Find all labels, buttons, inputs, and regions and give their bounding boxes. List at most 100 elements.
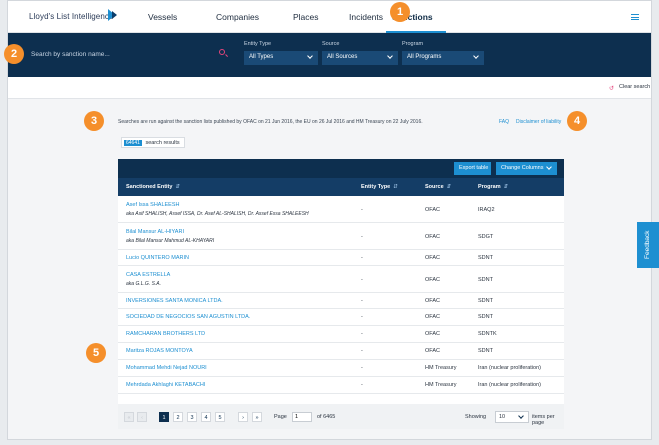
table-row: SOCIEDAD DE NEGOCIOS SAN AGUSTIN LTDA. -… — [118, 309, 564, 326]
column-header-program-label: Program — [478, 184, 501, 190]
entity-type-select[interactable]: All Types — [244, 51, 318, 65]
entity-type-cell: - — [361, 255, 363, 261]
entity-type-cell: - — [361, 382, 363, 388]
entity-aka: aka Asif SHALISH, Assef ISSA, Dr. Asef A… — [126, 211, 309, 217]
program-cell: SDNT — [478, 314, 493, 320]
source-select[interactable]: All Sources — [322, 51, 398, 65]
change-columns-label: Change Columns — [501, 165, 544, 171]
logo-icon-inner — [112, 11, 117, 19]
prev-page-button[interactable]: ‹ — [137, 412, 147, 422]
logo-text[interactable]: Lloyd's List Intelligence — [29, 12, 114, 21]
entity-aka: aka G.L.G. S.A. — [126, 281, 162, 287]
undo-icon[interactable]: ↺ — [609, 85, 614, 92]
table-toolbar: Export table Change Columns — [118, 159, 564, 178]
entity-name-link[interactable]: INVERSIONES SANTA MONICA LTDA. — [126, 298, 223, 304]
source-cell: HM Treasury — [425, 365, 457, 371]
column-header-program[interactable]: Program ⇵ — [478, 184, 508, 190]
program-label: Program — [402, 41, 424, 47]
feedback-tab[interactable]: Feedback — [637, 222, 659, 268]
sort-icon: ⇵ — [393, 184, 398, 190]
entity-name-link[interactable]: SOCIEDAD DE NEGOCIOS SAN AGUSTIN LTDA. — [126, 314, 250, 320]
program-cell: SDNT — [478, 348, 493, 354]
callout-marker-1: 1 — [390, 2, 410, 22]
program-cell: SDNT — [478, 298, 493, 304]
source-cell: HM Treasury — [425, 382, 457, 388]
toolbar-row — [8, 77, 651, 99]
top-nav: Lloyd's List Intelligence Vessels Compan… — [8, 1, 651, 33]
program-cell: Iran (nuclear proliferation) — [478, 382, 541, 388]
page-3-button[interactable]: 3 — [187, 412, 197, 422]
nav-incidents[interactable]: Incidents — [349, 12, 383, 22]
entity-name-link[interactable]: Lucio QUINTERO MARIN — [126, 255, 189, 261]
search-icon[interactable] — [219, 49, 225, 55]
entity-name-link[interactable]: Mohammad Mehdi Nejad NOURI — [126, 365, 207, 371]
items-per-page-value: 10 — [499, 414, 506, 420]
clear-search-link[interactable]: Clear search — [619, 84, 650, 90]
change-columns-button[interactable]: Change Columns — [496, 162, 557, 175]
entity-name-link[interactable]: Bilal Mansur AL-HIYARI — [126, 229, 184, 235]
page-2-button[interactable]: 2 — [173, 412, 183, 422]
table-row: Lucio QUINTERO MARIN - OFAC SDNT — [118, 250, 564, 266]
sort-icon: ⇵ — [503, 184, 509, 190]
table-row: INVERSIONES SANTA MONICA LTDA. - OFAC SD… — [118, 293, 564, 309]
entity-type-cell: - — [361, 314, 363, 320]
source-cell: OFAC — [425, 255, 440, 261]
page-4-button[interactable]: 4 — [201, 412, 211, 422]
chevron-down-icon — [546, 164, 552, 170]
table-header: Sanctioned Entity ⇵ Entity Type ⇵ Source ⇵ … — [118, 178, 564, 196]
last-page-button[interactable]: » — [252, 412, 262, 422]
results-count-badge: 64641 — [124, 140, 142, 146]
results-label: search results — [145, 140, 180, 146]
table-row: CASA ESTRELLA aka G.L.G. S.A. - OFAC SDN… — [118, 266, 564, 293]
entity-type-value: All Types — [249, 54, 274, 60]
nav-companies[interactable]: Companies — [216, 12, 259, 22]
column-header-entity[interactable]: Sanctioned Entity ⇵ — [126, 184, 180, 190]
next-page-button[interactable]: › — [238, 412, 248, 422]
chevron-down-icon — [387, 53, 393, 59]
search-input[interactable] — [31, 45, 231, 63]
nav-places[interactable]: Places — [293, 12, 319, 22]
entity-name-link[interactable]: Asef Issa SHALEESH — [126, 202, 180, 208]
column-header-source[interactable]: Source ⇵ — [425, 184, 451, 190]
source-cell: OFAC — [425, 298, 440, 304]
entity-name-link[interactable]: Maritza ROJAS MONTOYA — [126, 348, 193, 354]
program-value: All Programs — [407, 54, 442, 60]
faq-link[interactable]: FAQ — [499, 119, 509, 125]
table-row: Asef Issa SHALEESH aka Asif SHALISH, Ass… — [118, 196, 564, 223]
program-select[interactable]: All Programs — [402, 51, 484, 65]
page-label: Page — [274, 414, 287, 420]
first-page-button[interactable]: « — [124, 412, 134, 422]
chevron-down-icon — [518, 413, 524, 419]
entity-name-link[interactable]: CASA ESTRELLA — [126, 272, 170, 278]
sort-icon: ⇵ — [175, 184, 181, 190]
items-per-page-select[interactable]: 10 — [495, 411, 529, 423]
column-header-entity-label: Sanctioned Entity — [126, 184, 173, 190]
sanction-lists-info: Searches are run against the sanction li… — [118, 119, 423, 125]
callout-marker-3: 3 — [84, 111, 104, 131]
page-number-input[interactable] — [292, 412, 312, 422]
page-5-button[interactable]: 5 — [215, 412, 225, 422]
source-cell: OFAC — [425, 314, 440, 320]
table-row: Mohammad Mehdi Nejad NOURI - HM Treasury… — [118, 360, 564, 377]
pagination: « ‹ 1 2 3 4 5 › » Page of 6465 Showing 1… — [118, 404, 564, 429]
page-total: of 6465 — [317, 414, 336, 420]
chevron-down-icon — [473, 53, 479, 59]
program-cell: SDNTK — [478, 331, 497, 337]
export-table-button[interactable]: Export table — [454, 162, 491, 175]
chevron-down-icon — [307, 53, 313, 59]
entity-type-cell: - — [361, 331, 363, 337]
source-cell: OFAC — [425, 234, 440, 240]
callout-marker-2: 2 — [4, 44, 24, 64]
results-table-panel: Export table Change Columns Sanctioned E… — [118, 159, 564, 429]
disclaimer-link[interactable]: Disclaimer of liability — [516, 119, 561, 125]
items-per-page-label: items per page — [532, 414, 555, 426]
nav-vessels[interactable]: Vessels — [148, 12, 177, 22]
page-1-button[interactable]: 1 — [159, 412, 169, 422]
column-header-type[interactable]: Entity Type ⇵ — [361, 184, 398, 190]
callout-marker-4: 4 — [567, 111, 587, 131]
entity-name-link[interactable]: RAMCHARAN BROTHERS LTD — [126, 331, 205, 337]
entity-type-cell: - — [361, 207, 363, 213]
column-header-type-label: Entity Type — [361, 184, 391, 190]
entity-name-link[interactable]: Mehrdada Akhlaghi KETABACHI — [126, 382, 205, 388]
hamburger-menu-icon[interactable] — [631, 14, 639, 20]
